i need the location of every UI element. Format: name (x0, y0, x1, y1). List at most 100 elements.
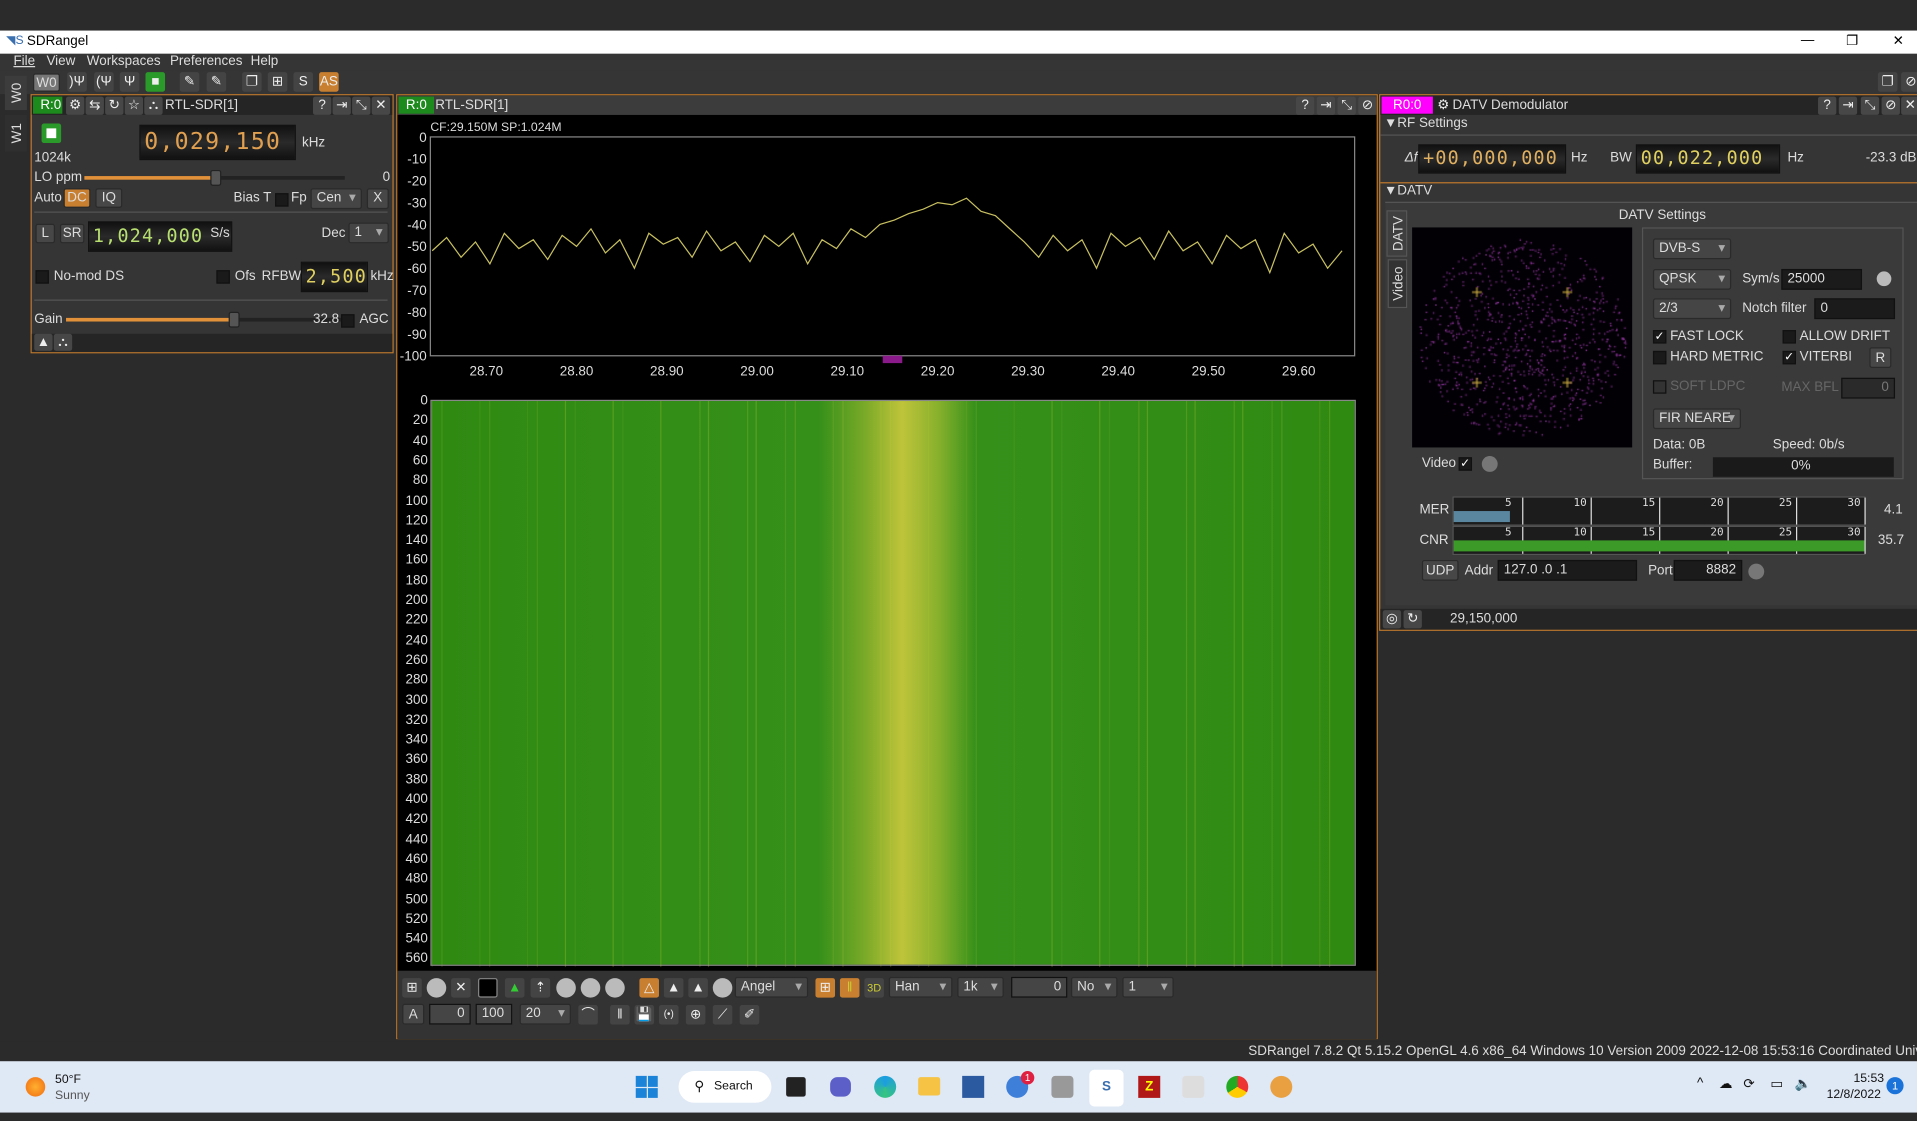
sync-icon[interactable]: ⟳ (1743, 1076, 1754, 1092)
iq-correction-button[interactable]: IQ (95, 188, 123, 208)
fast-lock-checkbox[interactable]: ✓ (1652, 330, 1667, 344)
stock-chart-app-icon[interactable] (962, 1075, 985, 1098)
workspace-button[interactable]: W0 (33, 73, 60, 92)
close-icon[interactable]: ✕ (371, 96, 391, 115)
menu-preferences[interactable]: Preferences (170, 54, 243, 69)
move-to-workspace-icon[interactable]: ⇥ (1838, 96, 1858, 115)
menu-help[interactable]: Help (251, 54, 279, 69)
channel-marker-icon[interactable]: ◎ (1382, 610, 1402, 629)
soft-ldpc-checkbox[interactable] (1652, 380, 1667, 394)
network-icon[interactable]: ▭ (1770, 1076, 1783, 1092)
overlap-input[interactable]: 0 (1011, 976, 1068, 998)
add-feature-icon[interactable]: ✎ (179, 72, 200, 92)
side-tab-w0[interactable]: W0 (4, 75, 27, 111)
3d-icon[interactable]: 3D (864, 978, 884, 998)
waterfall-toggle-icon[interactable]: ⊞ (815, 978, 836, 998)
notification-badge[interactable]: 1 (1886, 1077, 1904, 1095)
udp-port-input[interactable]: 8882 (1673, 559, 1743, 581)
markers-icon[interactable]: ✐ (739, 1004, 760, 1025)
linear-log-icon[interactable]: ⌒ (578, 1004, 598, 1025)
stack-button[interactable]: S (293, 72, 313, 92)
viterbi-checkbox[interactable]: ✓ (1782, 350, 1796, 365)
dial-1-icon[interactable] (556, 978, 576, 998)
fp-select[interactable]: Cen (310, 188, 362, 210)
edge-icon[interactable] (874, 1075, 897, 1098)
shrink-icon[interactable]: ⤡ (352, 96, 371, 115)
stop-all-icon[interactable]: ■ (145, 72, 166, 92)
udp-button[interactable]: UDP (1421, 559, 1459, 581)
grid-icon[interactable]: ⊞ (402, 978, 422, 998)
x-button[interactable]: X (366, 188, 389, 210)
rf-settings-toggle[interactable]: ▼RF Settings (1384, 116, 1468, 131)
dial-4-icon[interactable] (712, 978, 733, 998)
symrate-reset-icon[interactable] (1876, 271, 1892, 287)
gain-slider[interactable] (66, 311, 345, 328)
max-bfl-input[interactable]: 0 (1841, 377, 1896, 399)
filter-select[interactable]: FIR NEARE (1652, 408, 1741, 430)
agc-checkbox[interactable] (341, 314, 355, 328)
offset-checkbox[interactable] (216, 270, 230, 284)
fps-select[interactable]: 20 (519, 1003, 571, 1025)
app-icon[interactable] (1051, 1075, 1074, 1098)
channel-add-icon[interactable]: ⛬ (144, 96, 163, 115)
sr-button[interactable]: SR (59, 223, 85, 244)
start-stop-button[interactable] (41, 123, 62, 144)
hide-workspace-icon[interactable]: ⊘ (1901, 72, 1917, 92)
range-input[interactable]: 100 (475, 1003, 513, 1025)
current-icon[interactable]: ▲ (663, 978, 684, 998)
pause-icon[interactable]: ‖ (610, 1004, 630, 1025)
help-icon[interactable]: ? (312, 96, 332, 115)
nomod-ds-checkbox[interactable] (35, 270, 49, 284)
weather-temp[interactable]: 50°F (55, 1073, 81, 1086)
waterfall[interactable] (430, 399, 1356, 968)
auto-scale-button[interactable]: A (402, 1003, 425, 1025)
maximize-button[interactable]: ❐ (1846, 33, 1858, 49)
ref-level-input[interactable]: 0 (429, 1003, 471, 1025)
histogram-icon[interactable]: ▲ (688, 978, 708, 998)
broadcast-icon[interactable]: (•) (658, 1004, 679, 1025)
fft-size-select[interactable]: 1k (957, 976, 1004, 998)
reload-icon[interactable]: ↻ (105, 96, 124, 115)
grid-intensity-icon[interactable] (426, 978, 447, 998)
teams-chat-icon[interactable] (830, 1077, 851, 1097)
standard-select[interactable]: DVB-S (1652, 238, 1732, 260)
chrome-icon[interactable] (1226, 1075, 1249, 1098)
crosshair-icon[interactable]: ⊕ (685, 1004, 706, 1025)
cascade-windows-icon[interactable]: ❐ (242, 72, 262, 92)
bias-t-checkbox[interactable] (275, 193, 289, 207)
tray-chevron-icon[interactable]: ^ (1697, 1076, 1703, 1091)
measure-icon[interactable]: ⟋ (712, 1004, 733, 1025)
modulation-select[interactable]: QPSK (1652, 268, 1732, 290)
color-icon[interactable] (478, 978, 498, 998)
reset-frequency-icon[interactable]: ↻ (1403, 610, 1422, 629)
symrate-input[interactable]: 25000 (1781, 268, 1863, 290)
clock-time[interactable]: 15:53 (1853, 1072, 1884, 1085)
help-icon[interactable]: ? (1818, 96, 1837, 115)
fill-icon[interactable]: ▲ (504, 978, 525, 998)
spectrogram-icon[interactable]: ‖ (839, 978, 860, 998)
max-hold-icon[interactable]: △ (639, 978, 659, 998)
move-to-workspace-icon[interactable]: ⇥ (332, 96, 351, 115)
start-windows-icon[interactable] (635, 1075, 658, 1098)
decimation-select[interactable]: 1 (348, 222, 389, 244)
paint-palette-icon[interactable] (1270, 1075, 1293, 1098)
dial-3-icon[interactable] (605, 978, 625, 998)
center-frequency-dial[interactable]: 0,029,150 (139, 124, 296, 161)
udp-address-input[interactable]: 127.0 .0 .1 (1497, 559, 1638, 581)
rfbw-dial[interactable]: 2,500 (300, 261, 369, 293)
settings-gear-icon[interactable]: ⚙ (1434, 97, 1452, 115)
feature-link-icon[interactable]: ⛬ (53, 333, 73, 351)
add-tx-device-icon[interactable]: (Ψ (94, 72, 114, 92)
gradient-icon[interactable]: ⇡ (530, 978, 551, 998)
minimize-button[interactable]: — (1801, 33, 1814, 48)
add-mimo-device-icon[interactable]: Ψ (119, 72, 140, 92)
spectrum-toggle-icon[interactable]: ▲ (34, 333, 53, 351)
close-icon[interactable]: ✕ (1901, 96, 1917, 115)
hide-icon[interactable]: ⊘ (1881, 96, 1900, 115)
onedrive-icon[interactable]: ☁ (1719, 1076, 1732, 1092)
swap-icon[interactable]: ⇆ (85, 96, 104, 115)
search-button[interactable]: ⚲ Search (678, 1070, 772, 1103)
sdrangel-taskbar-icon[interactable]: S (1089, 1069, 1124, 1107)
filezilla-icon[interactable]: Z (1138, 1075, 1161, 1098)
side-tab-w1[interactable]: W1 (4, 114, 27, 152)
